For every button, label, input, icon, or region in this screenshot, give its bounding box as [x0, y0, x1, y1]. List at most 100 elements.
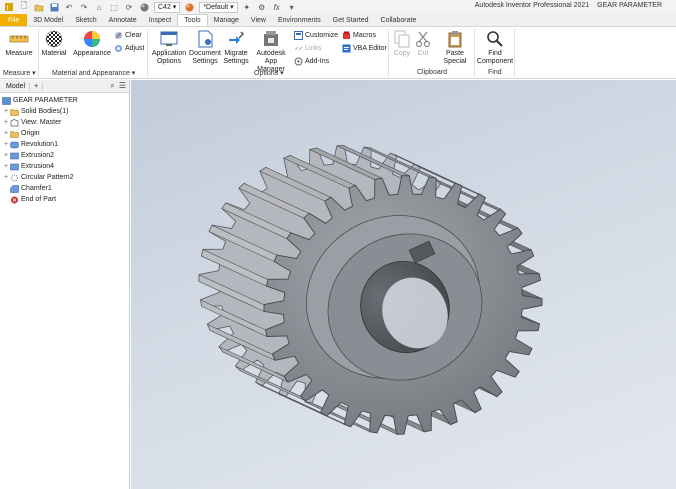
panel-material-appearance-title[interactable]: Material and Appearance ▾	[52, 69, 135, 77]
appearance-select[interactable]: *Default ▾	[199, 1, 238, 13]
expand-toggle[interactable]: +	[2, 174, 10, 181]
tree-item-chamfer1[interactable]: Chamfer1	[0, 183, 129, 194]
adjust-icon[interactable]: ⚙	[256, 2, 268, 12]
gear-model[interactable]	[131, 80, 676, 489]
save-icon[interactable]	[48, 2, 60, 12]
tab-manage[interactable]: Manage	[208, 14, 245, 26]
browser-tabs: Model + ⌕ ☰	[0, 80, 129, 93]
tree-item-solid-bodies[interactable]: + Solid Bodies(1)	[0, 106, 129, 117]
tree-item-end-of-part[interactable]: End of Part	[0, 194, 129, 205]
tree-item-label: View: Master	[21, 119, 62, 126]
expand-toggle[interactable]: +	[2, 130, 10, 137]
panel-separator	[388, 29, 389, 77]
home-icon[interactable]: ⌂	[93, 2, 105, 12]
document-settings-button[interactable]: Document Settings	[188, 30, 222, 66]
find-component-button[interactable]: Find Component	[476, 30, 514, 66]
expand-toggle[interactable]: +	[2, 141, 10, 148]
paste-special-label: Paste Special	[443, 50, 467, 65]
panel-measure-label: Measure	[3, 70, 31, 77]
expand-toggle[interactable]: +	[2, 163, 10, 170]
ribbon-panel: Measure Material Appearance Clear Adjust…	[0, 27, 676, 79]
expand-toggle[interactable]: +	[2, 108, 10, 115]
panel-material-appearance-label: Material and Appearance	[52, 70, 130, 77]
circular-pattern-icon	[10, 174, 19, 182]
undo-icon[interactable]: ↶	[63, 2, 75, 12]
adjust-icon	[114, 44, 123, 53]
tree-item-revolution1[interactable]: + Revolution1	[0, 139, 129, 150]
paste-special-button[interactable]: Paste Special	[440, 30, 470, 66]
wrench-arrow-icon	[226, 30, 246, 48]
tree-item-extrusion4[interactable]: + Extrusion4	[0, 161, 129, 172]
magnifier-icon	[485, 30, 505, 48]
more-icon[interactable]: ▾	[286, 2, 298, 12]
expand-toggle[interactable]: +	[2, 119, 10, 126]
tab-model[interactable]: Model	[2, 82, 31, 90]
menu-icon[interactable]: ☰	[119, 81, 126, 91]
clear-button[interactable]: Clear	[114, 30, 142, 40]
addins-button[interactable]: Add-Ins	[294, 56, 329, 66]
copy-button[interactable]: Copy	[391, 30, 413, 58]
material-value: C42	[158, 3, 171, 11]
fx-icon[interactable]: fx	[271, 2, 283, 12]
tree-item-extrusion2[interactable]: + Extrusion2	[0, 150, 129, 161]
app-manager-button[interactable]: Autodesk App Manager	[250, 30, 292, 74]
clear-override-icon[interactable]: ✦	[241, 2, 253, 12]
addins-icon	[294, 57, 303, 66]
copy-label: Copy	[393, 50, 411, 57]
adjust-label: Adjust	[125, 44, 145, 52]
measure-button[interactable]: Measure	[4, 30, 34, 58]
appearance-button[interactable]: Appearance	[72, 30, 112, 58]
update-icon[interactable]: ⟳	[123, 2, 135, 12]
tree-item-origin[interactable]: + Origin	[0, 128, 129, 139]
tab-sketch[interactable]: Sketch	[69, 14, 102, 26]
new-icon[interactable]: 🗋	[18, 1, 30, 12]
vba-editor-icon	[342, 44, 351, 53]
tree-root-label: GEAR PARAMETER	[13, 97, 78, 104]
tree-item-view-master[interactable]: + View: Master	[0, 117, 129, 128]
tab-annotate[interactable]: Annotate	[103, 14, 143, 26]
open-icon[interactable]	[33, 2, 45, 12]
find-component-label: Find Component	[476, 50, 514, 65]
tab-inspect[interactable]: Inspect	[143, 14, 178, 26]
end-of-part-icon	[10, 196, 19, 204]
tab-3d-model[interactable]: 3D Model	[27, 14, 69, 26]
tab-environments[interactable]: Environments	[272, 14, 327, 26]
adjust-button[interactable]: Adjust	[114, 43, 144, 53]
material-button[interactable]: Material	[40, 30, 68, 58]
expand-toggle[interactable]: +	[2, 152, 10, 159]
select-icon[interactable]: ⬚	[108, 2, 120, 12]
graphics-viewport[interactable]	[131, 80, 676, 489]
tab-collaborate[interactable]: Collaborate	[375, 14, 423, 26]
browser-tools: ⌕ ☰	[110, 81, 126, 91]
material-sphere-icon	[138, 2, 150, 12]
application-options-button[interactable]: Application Options	[151, 30, 187, 66]
cut-button[interactable]: Cut	[413, 30, 433, 58]
tree-item-circular-pattern2[interactable]: + Circular Pattern2	[0, 172, 129, 183]
search-icon[interactable]: ⌕	[110, 81, 114, 91]
tab-file[interactable]: File	[0, 14, 28, 26]
appearance-sphere-icon	[183, 2, 195, 12]
panel-options-label: Options	[254, 70, 279, 77]
tab-view[interactable]: View	[245, 14, 272, 26]
material-select[interactable]: C42 ▾	[154, 1, 181, 13]
tree-item-label: Chamfer1	[21, 185, 52, 192]
customize-button[interactable]: Customize	[294, 30, 338, 40]
redo-icon[interactable]: ↷	[78, 2, 90, 12]
application-options-label: Application Options	[151, 50, 187, 65]
panel-options-title[interactable]: Options ▾	[254, 69, 284, 77]
revolve-icon	[10, 141, 19, 149]
scissors-icon	[413, 30, 433, 48]
tab-tools[interactable]: Tools	[177, 14, 208, 26]
app-options-icon	[159, 30, 179, 48]
migrate-settings-button[interactable]: Migrate Settings	[222, 30, 250, 66]
tree-root[interactable]: GEAR PARAMETER	[0, 95, 129, 106]
tree-item-label: End of Part	[21, 196, 57, 203]
quick-access-toolbar: I 🗋 ↶ ↷ ⌂ ⬚ ⟳ C42 ▾ *Default ▾ ✦ ⚙ fx ▾ …	[0, 0, 676, 14]
add-browser-tab[interactable]: +	[30, 82, 44, 90]
doc-settings-icon	[195, 30, 215, 48]
links-button[interactable]: Links	[294, 43, 321, 53]
panel-measure-title[interactable]: Measure ▾	[3, 69, 36, 77]
macros-button[interactable]: Macros	[342, 30, 376, 40]
vba-editor-button[interactable]: VBA Editor	[342, 43, 387, 53]
tab-get-started[interactable]: Get Started	[327, 14, 375, 26]
